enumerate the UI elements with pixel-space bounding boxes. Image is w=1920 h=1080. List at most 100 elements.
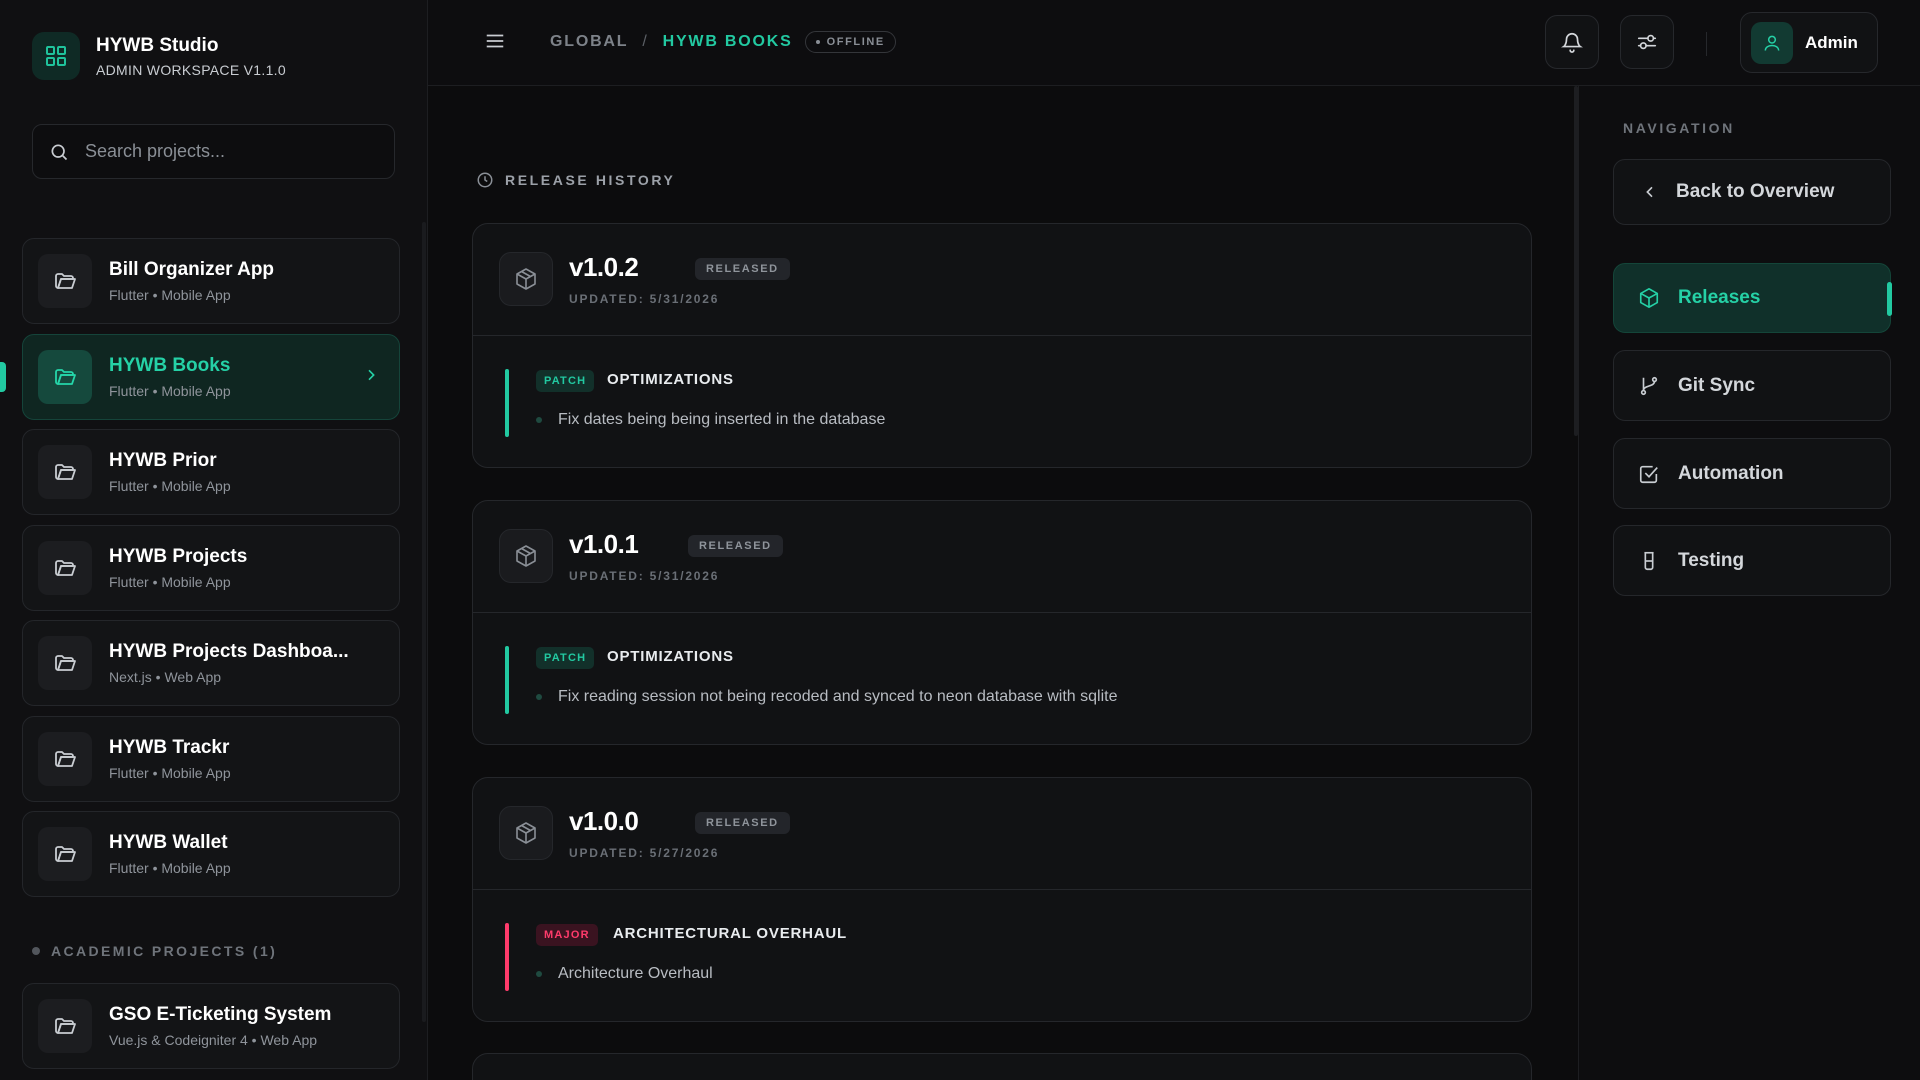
project-item[interactable]: HYWB Prior Flutter • Mobile App bbox=[22, 429, 400, 515]
release-type-tag: PATCH bbox=[536, 370, 595, 392]
breadcrumb-current: HYWB BOOKS bbox=[662, 33, 793, 50]
folder-icon bbox=[38, 445, 92, 499]
nav-item-label: Automation bbox=[1678, 462, 1784, 484]
checkbox-icon bbox=[1638, 463, 1660, 485]
release-title: ARCHITECTURAL OVERHAUL bbox=[613, 925, 847, 942]
release-card[interactable]: v1.0.2 RELEASED UPDATED: 5/31/2026 PATCH… bbox=[472, 223, 1532, 468]
nav-item-releases[interactable]: Releases bbox=[1613, 263, 1892, 333]
breadcrumb-separator: / bbox=[642, 33, 649, 50]
project-meta: Flutter • Mobile App bbox=[109, 287, 231, 303]
bullet-dot bbox=[536, 971, 542, 977]
clock-icon bbox=[476, 171, 494, 189]
back-label: Back to Overview bbox=[1676, 181, 1835, 202]
user-name: Admin bbox=[1805, 32, 1858, 52]
sliders-icon bbox=[1636, 31, 1658, 53]
sidebar: HYWB Studio ADMIN WORKSPACE V1.1.0 Bill … bbox=[0, 0, 428, 1080]
active-project-indicator bbox=[0, 362, 6, 392]
release-title: OPTIMIZATIONS bbox=[607, 371, 734, 388]
sidebar-scrollbar[interactable] bbox=[422, 222, 426, 1022]
release-type-bar bbox=[505, 923, 509, 991]
status-badge-text: OFFLINE bbox=[826, 36, 885, 48]
nav-item-git-sync[interactable]: Git Sync bbox=[1613, 350, 1891, 421]
breadcrumb: GLOBAL / HYWB BOOKS OFFLINE bbox=[550, 31, 896, 53]
release-updated: UPDATED: 5/31/2026 bbox=[569, 292, 720, 306]
back-to-overview-button[interactable]: Back to Overview bbox=[1613, 159, 1891, 225]
project-meta: Flutter • Mobile App bbox=[109, 860, 231, 876]
project-name: HYWB Books bbox=[109, 354, 231, 376]
menu-icon[interactable] bbox=[484, 30, 506, 52]
release-card[interactable] bbox=[472, 1053, 1532, 1080]
release-note-text: Architecture Overhaul bbox=[558, 965, 713, 982]
release-version: v1.0.1 bbox=[569, 529, 639, 559]
project-item[interactable]: HYWB Wallet Flutter • Mobile App bbox=[22, 811, 400, 897]
status-badge: OFFLINE bbox=[804, 31, 896, 53]
release-updated: UPDATED: 5/31/2026 bbox=[569, 569, 720, 583]
release-header: v1.0.2 RELEASED UPDATED: 5/31/2026 bbox=[473, 224, 1531, 336]
project-name: HYWB Prior bbox=[109, 450, 217, 471]
folder-icon bbox=[38, 540, 92, 595]
release-status-badge: RELEASED bbox=[695, 258, 790, 280]
header-divider bbox=[1706, 32, 1707, 56]
main-content: RELEASE HISTORY v1.0.2 RELEASED UPDATED:… bbox=[428, 86, 1578, 1080]
release-history-label: RELEASE HISTORY bbox=[505, 172, 676, 188]
folder-icon bbox=[38, 254, 92, 308]
release-note-text: Fix reading session not being recoded an… bbox=[558, 688, 1118, 705]
dashboard-grid-icon bbox=[32, 32, 80, 80]
right-navigation: NAVIGATION Back to Overview Releases Git… bbox=[1578, 86, 1920, 1080]
release-type-tag: MAJOR bbox=[536, 924, 598, 946]
nav-item-automation[interactable]: Automation bbox=[1613, 438, 1891, 509]
release-status-badge: RELEASED bbox=[695, 812, 790, 834]
nav-item-label: Testing bbox=[1678, 549, 1745, 571]
release-note-text: Fix dates being being inserted in the da… bbox=[558, 411, 886, 428]
project-meta: Flutter • Mobile App bbox=[109, 478, 231, 494]
chevron-right-icon bbox=[363, 367, 379, 383]
project-list: Bill Organizer App Flutter • Mobile App … bbox=[22, 238, 400, 907]
project-item-active[interactable]: HYWB Books Flutter • Mobile App bbox=[22, 333, 400, 420]
release-title: OPTIMIZATIONS bbox=[607, 648, 734, 665]
chevron-left-icon bbox=[1642, 184, 1658, 200]
project-item[interactable]: HYWB Projects Dashboa... Next.js • Web A… bbox=[22, 620, 400, 706]
project-name: GSO E-Ticketing System bbox=[109, 1004, 332, 1025]
release-card[interactable]: v1.0.1 RELEASED UPDATED: 5/31/2026 PATCH… bbox=[472, 500, 1532, 745]
project-item[interactable]: HYWB Trackr Flutter • Mobile App bbox=[22, 715, 400, 802]
bell-icon bbox=[1561, 31, 1583, 53]
academic-projects-heading[interactable]: ACADEMIC PROJECTS (1) bbox=[32, 943, 277, 959]
user-icon bbox=[1751, 21, 1793, 64]
release-note-item: Fix dates being being inserted in the da… bbox=[536, 411, 885, 429]
package-icon bbox=[499, 806, 553, 860]
user-menu-button[interactable]: Admin bbox=[1740, 12, 1878, 73]
flask-icon bbox=[1638, 550, 1660, 572]
nav-item-testing[interactable]: Testing bbox=[1613, 525, 1891, 596]
nav-item-label: Git Sync bbox=[1678, 374, 1756, 396]
release-version: v1.0.2 bbox=[569, 252, 639, 282]
project-item[interactable]: Bill Organizer App Flutter • Mobile App bbox=[22, 238, 400, 324]
project-name: HYWB Projects Dashboa... bbox=[109, 641, 349, 662]
project-meta: Flutter • Mobile App bbox=[109, 382, 231, 399]
folder-icon bbox=[38, 999, 92, 1053]
project-item[interactable]: HYWB Projects Flutter • Mobile App bbox=[22, 524, 400, 611]
settings-button[interactable] bbox=[1620, 15, 1674, 69]
status-dot bbox=[815, 40, 820, 44]
notifications-button[interactable] bbox=[1545, 15, 1599, 69]
brand[interactable]: HYWB Studio ADMIN WORKSPACE V1.1.0 bbox=[32, 32, 286, 80]
brand-subtitle: ADMIN WORKSPACE V1.1.0 bbox=[96, 61, 286, 78]
project-meta: Flutter • Mobile App bbox=[109, 764, 231, 781]
search-input[interactable] bbox=[85, 141, 365, 162]
release-header: v1.0.0 RELEASED UPDATED: 5/27/2026 bbox=[473, 778, 1531, 890]
project-item[interactable]: GSO E-Ticketing System Vue.js & Codeigni… bbox=[22, 983, 400, 1069]
release-header: v1.0.1 RELEASED UPDATED: 5/31/2026 bbox=[473, 501, 1531, 613]
package-icon bbox=[499, 252, 553, 306]
folder-icon bbox=[38, 827, 92, 881]
release-note-item: Fix reading session not being recoded an… bbox=[536, 688, 1117, 706]
app-root: HYWB Studio ADMIN WORKSPACE V1.1.0 Bill … bbox=[0, 0, 1920, 1080]
release-card[interactable]: v1.0.0 RELEASED UPDATED: 5/27/2026 MAJOR… bbox=[472, 777, 1532, 1022]
project-meta: Flutter • Mobile App bbox=[109, 573, 231, 590]
bullet-dot bbox=[32, 947, 40, 955]
search-box[interactable] bbox=[32, 124, 395, 179]
project-name: HYWB Trackr bbox=[109, 736, 230, 758]
folder-icon bbox=[38, 349, 92, 404]
release-version: v1.0.0 bbox=[569, 806, 639, 836]
package-icon bbox=[499, 529, 553, 583]
breadcrumb-global[interactable]: GLOBAL bbox=[550, 33, 628, 51]
bullet-dot bbox=[536, 417, 542, 423]
